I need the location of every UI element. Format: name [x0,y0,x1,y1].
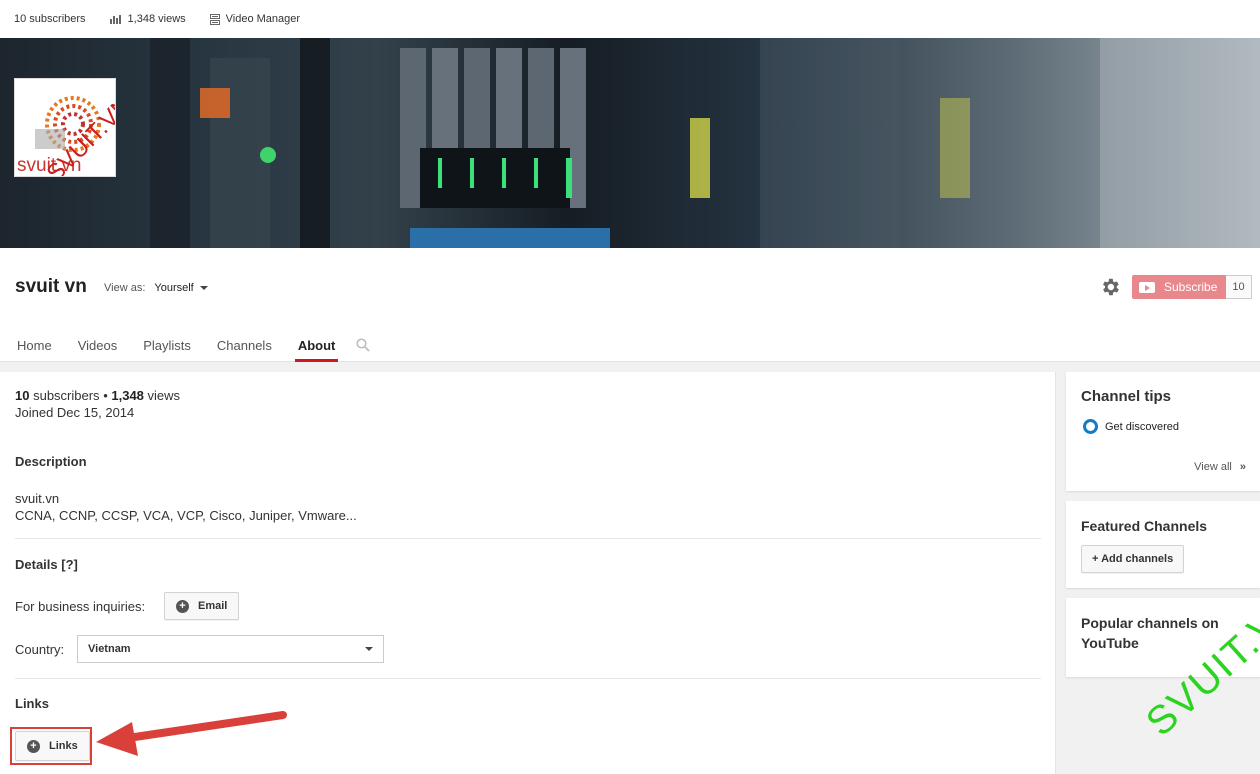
channel-header: svuit vn View as: Yourself Subscribe 10 … [0,248,1260,362]
tip-get-discovered[interactable]: Get discovered [1083,419,1179,434]
youtube-play-icon [1139,281,1155,293]
divider [15,678,1041,679]
details-heading[interactable]: Details [?] [15,557,78,572]
tab-channels[interactable]: Channels [214,328,275,362]
about-panel: 10 subscribers • 1,348 views Joined Dec … [0,372,1056,774]
subscribe-count: 10 [1226,275,1252,299]
view-as-label: View as: [104,282,146,294]
country-select[interactable]: Vietnam [77,635,384,663]
country-value: Vietnam [88,643,131,655]
subscribe-widget: Subscribe 10 [1132,275,1252,299]
stats-separator: • [103,388,108,403]
tab-home[interactable]: Home [14,328,55,362]
about-subscriber-count: 10 [15,388,30,403]
channel-logo[interactable]: svuit.vn SVUIT.VN [14,78,116,177]
popular-channels-title-line-2: YouTube [1081,635,1139,651]
about-view-count: 1,348 [111,388,144,403]
view-all-label: View all [1194,461,1232,473]
joined-date: Joined Dec 15, 2014 [15,405,135,420]
subscribe-label: Subscribe [1164,280,1218,294]
channel-tips-card: Channel tips Get discovered View all » [1066,372,1260,491]
view-as-dropdown[interactable]: Yourself [154,282,208,294]
view-all-link[interactable]: View all » [1194,461,1246,473]
about-view-word: views [147,388,181,403]
caret-down-icon [199,286,208,290]
caret-down-icon [365,647,373,651]
subscriber-count-text: 10 subscribers [14,13,86,25]
divider [15,538,1041,539]
tip-label: Get discovered [1105,420,1179,433]
about-subscriber-word: subscribers [33,388,100,403]
channel-tabs: Home Videos Playlists Channels About [0,328,370,362]
description-line-2: CCNA, CCNP, CCSP, VCA, VCP, Cisco, Junip… [15,508,357,523]
view-count-text: 1,348 views [127,13,186,25]
gear-icon[interactable] [1099,276,1121,301]
channel-title: svuit vn [15,276,87,297]
video-manager-icon [209,13,220,25]
subscriber-count: 10 subscribers [14,13,86,25]
tab-videos[interactable]: Videos [75,328,121,362]
about-stats: 10 subscribers • 1,348 views [15,387,180,405]
subscribe-button[interactable]: Subscribe [1132,275,1227,299]
links-heading: Links [15,696,49,711]
view-as-value: Yourself [154,282,194,294]
view-as: View as: Yourself [104,282,208,294]
search-icon[interactable] [356,328,370,362]
video-manager-text: Video Manager [225,13,301,25]
plus-circle-icon: + [176,599,189,613]
double-chevron-right-icon: » [1239,461,1246,473]
featured-channels-card: Featured Channels + Add channels [1066,501,1260,588]
channel-tips-title: Channel tips [1081,388,1172,405]
progress-ring-icon [1083,419,1098,434]
channel-banner[interactable]: svuit.vn SVUIT.VN [0,38,1260,248]
bar-chart-icon [109,14,122,24]
tab-about[interactable]: About [294,328,339,362]
banner-art [150,38,1260,248]
annotation-highlight-box [10,727,92,765]
featured-channels-title: Featured Channels [1081,518,1208,534]
view-count[interactable]: 1,348 views [109,13,186,25]
country-label: Country: [15,642,65,657]
popular-channels-title-line-1: Popular channels on [1081,615,1219,631]
add-channels-button[interactable]: + Add channels [1081,545,1185,573]
business-inquiries-label: For business inquiries: [15,599,146,614]
tab-playlists[interactable]: Playlists [140,328,194,362]
email-button[interactable]: + Email [164,592,240,620]
email-button-label: Email [198,600,228,612]
description-line-1: svuit.vn [15,491,60,506]
top-stats-bar: 10 subscribers 1,348 views Video Manager [0,0,1260,38]
description-heading: Description [15,454,87,469]
svuit-logo-icon: svuit.vn SVUIT.VN [17,92,115,176]
video-manager-link[interactable]: Video Manager [209,13,301,25]
